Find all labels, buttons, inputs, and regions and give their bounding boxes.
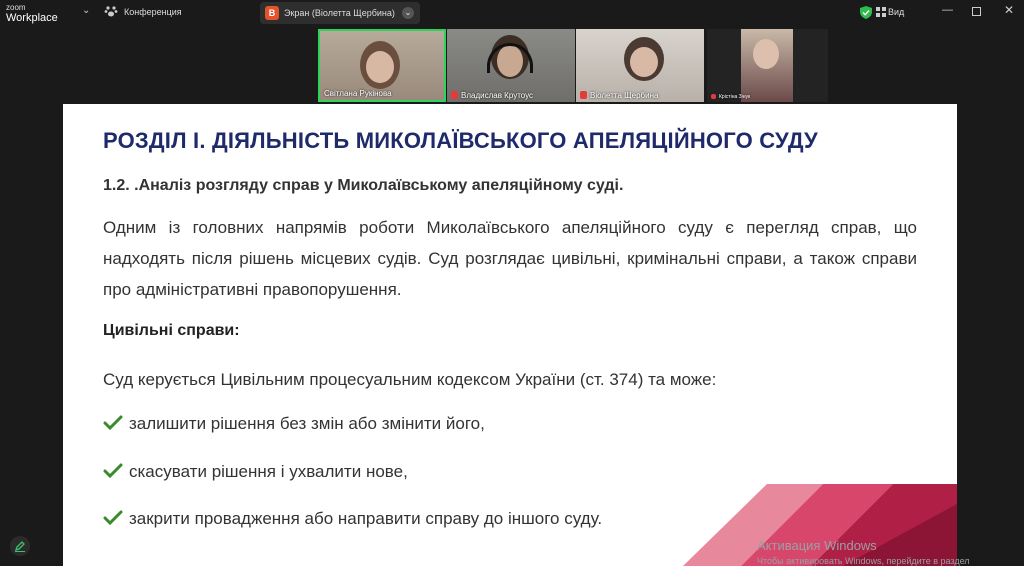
chevron-down-icon[interactable]: ⌄ [82, 5, 90, 16]
screen-share-indicator[interactable]: В Экран (Віолетта Щербина) ⌄ [260, 2, 420, 24]
participant-face [753, 39, 779, 69]
participant-face [630, 47, 658, 77]
slide-title: РОЗДІЛ І. ДІЯЛЬНІСТЬ МИКОЛАЇВСЬКОГО АПЕЛ… [103, 128, 818, 153]
list-item: закрити провадження або направити справу… [103, 509, 602, 529]
participant-tile[interactable]: Крістіна Зінук [707, 29, 828, 102]
logo-small-text: zoom [6, 3, 26, 12]
chevron-down-icon[interactable]: ⌄ [402, 7, 414, 19]
paw-icon[interactable] [104, 4, 118, 18]
windows-activation-title: Активация Windows [757, 538, 877, 553]
rule-text: Суд керується Цивільним процесуальним ко… [103, 370, 717, 389]
participant-name: Владислав Крутоус [451, 91, 533, 100]
pencil-icon [14, 541, 25, 552]
sharer-avatar: В [265, 6, 279, 20]
view-grid-icon[interactable] [876, 7, 886, 17]
participant-face [366, 51, 394, 83]
shared-screen-slide: РОЗДІЛ І. ДІЯЛЬНІСТЬ МИКОЛАЇВСЬКОГО АПЕЛ… [63, 104, 957, 566]
close-icon[interactable]: ✕ [1004, 3, 1014, 17]
mic-muted-icon [580, 91, 587, 99]
participant-tile[interactable]: Владислав Крутоус [447, 29, 575, 102]
participant-name: Крістіна Зінук [711, 94, 750, 100]
logo-big-text: Workplace [6, 12, 58, 24]
checkmark-icon [103, 415, 123, 431]
shield-check-icon[interactable] [860, 6, 872, 19]
minimize-icon[interactable]: — [942, 4, 953, 16]
civil-heading: Цивільні справи: [103, 322, 240, 339]
list-item: залишити рішення без змін або змінити йо… [103, 414, 485, 434]
slide-paragraph: Одним із головних напрямів роботи Микола… [103, 218, 917, 299]
zoom-logo: zoom Workplace [6, 3, 58, 24]
windows-activation-hint: Чтобы активировать Windows, перейдите в … [757, 556, 970, 566]
checkmark-icon [103, 463, 123, 479]
top-bar: zoom Workplace ⌄ Конференция В Экран (Ві… [0, 0, 1024, 26]
conference-label[interactable]: Конференция [124, 7, 182, 17]
checkmark-icon [103, 510, 123, 526]
screen-share-label: Экран (Віолетта Щербина) [284, 8, 395, 18]
mic-muted-icon [711, 94, 716, 99]
participant-tile[interactable]: Віолетта Щербина [576, 29, 704, 102]
list-item: скасувати рішення і ухвалити нове, [103, 462, 408, 482]
view-button[interactable]: Вид [888, 7, 904, 17]
annotate-button[interactable] [10, 536, 30, 556]
participant-video [741, 29, 793, 102]
slide-subtitle: 1.2. .Аналіз розгляду справ у Миколаївсь… [103, 177, 624, 194]
participant-name: Світлана Рукінова [324, 89, 392, 98]
decorative-shapes [683, 484, 957, 566]
participant-name: Віолетта Щербина [580, 91, 658, 100]
mic-muted-icon [451, 91, 458, 99]
maximize-icon[interactable] [972, 7, 981, 16]
participant-tile[interactable]: Світлана Рукінова [318, 29, 446, 102]
